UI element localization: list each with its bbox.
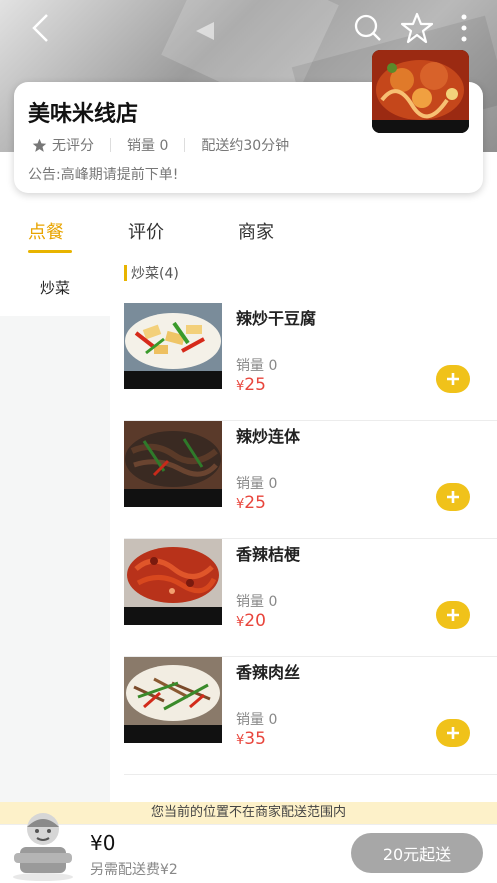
product-name: 香辣肉丝 (236, 663, 301, 682)
product-sales: 销量 0 (236, 594, 278, 610)
product-price: ¥20 (236, 611, 266, 631)
divider (184, 138, 186, 152)
plus-icon (447, 491, 459, 503)
cart-bar: ¥0 另需配送费¥2 20元起送 (0, 813, 497, 883)
search-icon (354, 14, 381, 41)
favorite-button[interactable] (399, 10, 435, 46)
add-to-cart-button[interactable] (436, 483, 470, 511)
cart-total: ¥0 (90, 831, 116, 855)
divider (110, 138, 111, 152)
tab-merchant[interactable]: 商家 (238, 218, 274, 244)
star-outline-icon (401, 12, 433, 44)
store-stats: 无评分 销量 0 配送约30分钟 (32, 135, 289, 155)
tab-reviews[interactable]: 评价 (128, 218, 164, 244)
product-item[interactable]: 辣炒干豆腐 销量 0 ¥25 (124, 303, 497, 421)
product-item[interactable]: 香辣肉丝 销量 0 ¥35 (124, 657, 497, 775)
background-triangle (196, 22, 214, 40)
product-name: 香辣桔梗 (236, 545, 301, 564)
product-image (124, 657, 222, 743)
delivery-time: 配送约30分钟 (201, 138, 290, 154)
category-heading: 炒菜(4) (124, 263, 179, 283)
category-title: 炒菜(4) (131, 266, 179, 282)
price-value: 35 (244, 729, 266, 749)
category-sidebar: 炒菜 (0, 258, 110, 803)
product-image (124, 421, 222, 507)
plus-icon (447, 373, 459, 385)
price-value: 20 (244, 611, 266, 631)
more-button[interactable] (446, 10, 482, 46)
add-to-cart-button[interactable] (436, 601, 470, 629)
product-sales: 销量 0 (236, 476, 278, 492)
product-price: ¥25 (236, 493, 266, 513)
active-tab-indicator (28, 250, 72, 253)
plus-icon (447, 727, 459, 739)
star-filled-icon (32, 138, 47, 152)
product-sales: 销量 0 (236, 712, 278, 728)
more-vertical-icon (461, 14, 467, 42)
checkout-button[interactable]: 20元起送 (351, 833, 483, 873)
price-value: 25 (244, 375, 266, 395)
plus-icon (447, 609, 459, 621)
add-to-cart-button[interactable] (436, 365, 470, 393)
back-button[interactable] (22, 10, 58, 46)
store-logo-image (372, 50, 469, 133)
product-image (124, 303, 222, 389)
product-price: ¥35 (236, 729, 266, 749)
search-button[interactable] (350, 10, 386, 46)
store-notice: 公告:高峰期请提前下单! (28, 167, 179, 183)
back-icon (32, 14, 48, 42)
store-sales: 销量 0 (127, 138, 169, 154)
price-value: 25 (244, 493, 266, 513)
rating-text: 无评分 (52, 138, 94, 154)
product-item[interactable]: 辣炒连体 销量 0 ¥25 (124, 421, 497, 539)
product-name: 辣炒连体 (236, 427, 301, 446)
cart-mascot-icon (13, 813, 73, 881)
product-image (124, 539, 222, 625)
product-sales: 销量 0 (236, 358, 278, 374)
sidebar-item-stir-fry[interactable]: 炒菜 (0, 258, 110, 316)
tab-order[interactable]: 点餐 (28, 218, 64, 244)
store-tabs: 点餐 评价 商家 (0, 212, 497, 258)
store-rating: 无评分 (32, 135, 94, 155)
cart-button[interactable] (8, 809, 78, 881)
add-to-cart-button[interactable] (436, 719, 470, 747)
category-marker (124, 265, 127, 281)
product-item[interactable]: 香辣桔梗 销量 0 ¥20 (124, 539, 497, 657)
product-name: 辣炒干豆腐 (236, 309, 317, 328)
delivery-fee: 另需配送费¥2 (90, 862, 178, 878)
product-price: ¥25 (236, 375, 266, 395)
store-name: 美味米线店 (28, 102, 139, 127)
